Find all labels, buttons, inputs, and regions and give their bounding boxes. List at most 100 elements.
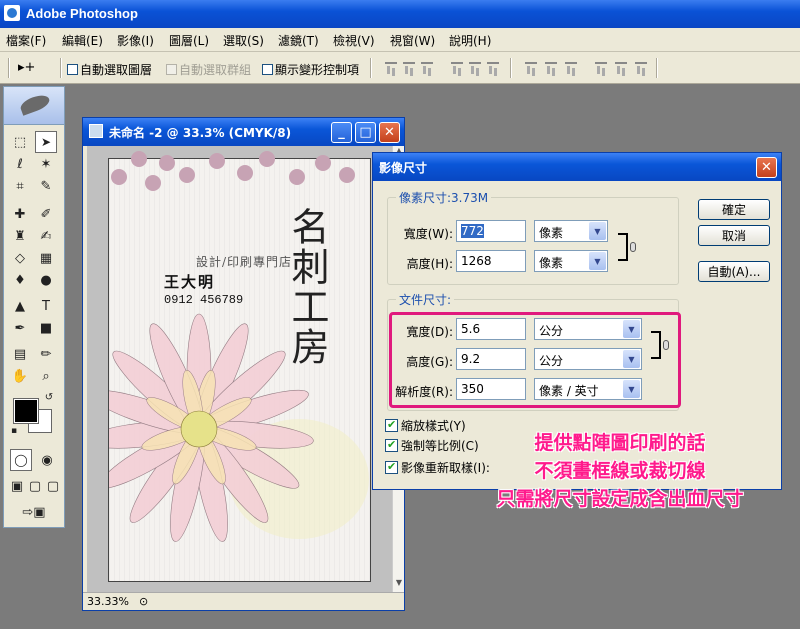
- shape-tool-icon[interactable]: ■: [35, 317, 57, 339]
- align-right-icon[interactable]: [486, 62, 500, 74]
- notes-tool-icon[interactable]: ▤: [9, 343, 31, 365]
- menu-edit[interactable]: 編輯(E): [62, 32, 103, 49]
- chevron-down-icon: ▼: [589, 252, 606, 270]
- brush-tool-icon[interactable]: ✐: [35, 203, 57, 225]
- ok-button[interactable]: 確定: [698, 199, 770, 220]
- pixel-dimensions-legend: 像素尺寸:3.73M: [399, 191, 489, 205]
- menu-file[interactable]: 檔案(F): [6, 32, 46, 49]
- checkbox-box[interactable]: [67, 64, 78, 75]
- pixel-width-unit: 像素: [539, 226, 564, 240]
- type-tool-icon[interactable]: T: [35, 295, 57, 317]
- blur-tool-icon[interactable]: ♦: [9, 269, 31, 291]
- pixel-width-input[interactable]: 772: [456, 220, 526, 242]
- dialog-close-button[interactable]: ✕: [756, 157, 777, 178]
- business-card-canvas[interactable]: 名刺工房 設計/印刷專門店 王大明 0912 456789: [108, 151, 371, 582]
- show-transform-controls-checkbox[interactable]: 顯示變形控制項: [262, 61, 359, 78]
- quick-mask-icon[interactable]: ◉: [36, 449, 58, 471]
- distribute-right-icon[interactable]: [634, 62, 648, 74]
- card-subtitle: 設計/印刷專門店: [196, 255, 293, 269]
- decorative-dot: [315, 155, 331, 171]
- standard-mode-icon[interactable]: ◯: [10, 449, 32, 471]
- checkbox-box[interactable]: [262, 64, 273, 75]
- maximize-button[interactable]: □: [355, 122, 376, 143]
- distribute-bottom-icon[interactable]: [564, 62, 578, 74]
- decorative-dot: [209, 153, 225, 169]
- move-tool-preset-icon[interactable]: ▸+: [18, 60, 35, 75]
- separator: [370, 58, 372, 78]
- status-menu-icon[interactable]: ⊙: [139, 595, 148, 608]
- scroll-down-icon[interactable]: ▼: [393, 578, 405, 590]
- dodge-tool-icon[interactable]: ●: [35, 269, 57, 291]
- menu-image[interactable]: 影像(I): [117, 32, 154, 49]
- flower-illustration: [109, 313, 369, 542]
- pixel-height-unit-select[interactable]: 像素 ▼: [534, 250, 608, 272]
- checkbox-box[interactable]: [385, 418, 398, 432]
- distribute-vcenter-icon[interactable]: [544, 62, 558, 74]
- minimize-button[interactable]: _: [331, 122, 352, 143]
- app-title: Adobe Photoshop: [26, 6, 138, 21]
- swap-colors-icon[interactable]: ↺: [42, 391, 56, 403]
- decorative-dot: [179, 167, 195, 183]
- distribute-left-icon[interactable]: [594, 62, 608, 74]
- pixel-width-unit-select[interactable]: 像素 ▼: [534, 220, 608, 242]
- align-bottom-icon[interactable]: [420, 62, 434, 74]
- hand-tool-icon[interactable]: ✋: [9, 365, 31, 387]
- distribute-hcenter-icon[interactable]: [614, 62, 628, 74]
- magic-wand-icon[interactable]: ✶: [35, 153, 57, 175]
- auto-select-layer-checkbox[interactable]: 自動選取圖層: [67, 61, 152, 78]
- jump-to-imageready-icon[interactable]: ⇨▣: [12, 501, 56, 523]
- menu-help[interactable]: 說明(H): [449, 32, 491, 49]
- zoom-level[interactable]: 33.33%: [87, 595, 129, 608]
- distribute-top-icon[interactable]: [524, 62, 538, 74]
- card-name: 王大明: [164, 273, 216, 291]
- pixel-height-input[interactable]: 1268: [456, 250, 526, 272]
- screen-mode-standard-icon[interactable]: ▣: [8, 475, 26, 497]
- history-brush-icon[interactable]: ✍: [35, 225, 57, 247]
- pixel-height-value: 1268: [461, 254, 492, 268]
- show-transform-label: 顯示變形控制項: [275, 63, 360, 77]
- screen-mode-full-icon[interactable]: ▢: [44, 475, 62, 497]
- checkbox-box: [166, 64, 177, 75]
- options-bar: ▸+ 自動選取圖層 自動選取群組 顯示變形控制項: [0, 52, 800, 84]
- checkbox-box[interactable]: [385, 460, 398, 474]
- default-colors-icon[interactable]: ▪: [8, 425, 20, 437]
- separator: [510, 58, 512, 78]
- auto-button[interactable]: 自動(A)...: [698, 261, 770, 282]
- menu-layer[interactable]: 圖層(L): [169, 32, 209, 49]
- menu-select[interactable]: 選取(S): [223, 32, 264, 49]
- clone-stamp-icon[interactable]: ♜: [9, 225, 31, 247]
- path-selection-icon[interactable]: ▲: [9, 295, 31, 317]
- cancel-button[interactable]: 取消: [698, 225, 770, 246]
- document-icon: [89, 124, 103, 138]
- menu-window[interactable]: 視窗(W): [390, 32, 435, 49]
- crop-tool-icon[interactable]: ⌗: [9, 175, 31, 197]
- checkbox-box[interactable]: [385, 438, 398, 452]
- align-left-icon[interactable]: [450, 62, 464, 74]
- align-hcenter-icon[interactable]: [468, 62, 482, 74]
- align-top-icon[interactable]: [384, 62, 398, 74]
- eyedropper-icon[interactable]: ✏: [35, 343, 57, 365]
- healing-brush-icon[interactable]: ✚: [9, 203, 31, 225]
- move-tool-icon[interactable]: ➤: [35, 131, 57, 153]
- feather-logo-icon: [18, 92, 52, 116]
- dialog-titlebar: 影像尺寸 ✕: [373, 153, 781, 181]
- gradient-tool-icon[interactable]: ▦: [35, 247, 57, 269]
- document-title: 未命名 -2 @ 33.3% (CMYK/8): [109, 126, 292, 140]
- menu-filter[interactable]: 濾鏡(T): [278, 32, 319, 49]
- eraser-tool-icon[interactable]: ◇: [9, 247, 31, 269]
- link-chain-icon: [630, 242, 636, 252]
- align-vcenter-icon[interactable]: [402, 62, 416, 74]
- marquee-tool-icon[interactable]: ⬚: [9, 131, 31, 153]
- menu-view[interactable]: 檢視(V): [333, 32, 375, 49]
- foreground-color-swatch[interactable]: [13, 398, 39, 424]
- slice-tool-icon[interactable]: ✎: [35, 175, 57, 197]
- decorative-dot: [131, 151, 147, 167]
- lasso-tool-icon[interactable]: ℓ: [9, 153, 31, 175]
- screen-mode-menu-icon[interactable]: ▢: [26, 475, 44, 497]
- pen-tool-icon[interactable]: ✒: [9, 317, 31, 339]
- close-button[interactable]: ✕: [379, 122, 400, 143]
- pixel-width-label: 寬度(W):: [403, 227, 453, 241]
- decorative-dot: [259, 151, 275, 167]
- zoom-tool-icon[interactable]: ⌕: [35, 365, 57, 387]
- canvas-area[interactable]: 名刺工房 設計/印刷專門店 王大明 0912 456789: [87, 146, 392, 592]
